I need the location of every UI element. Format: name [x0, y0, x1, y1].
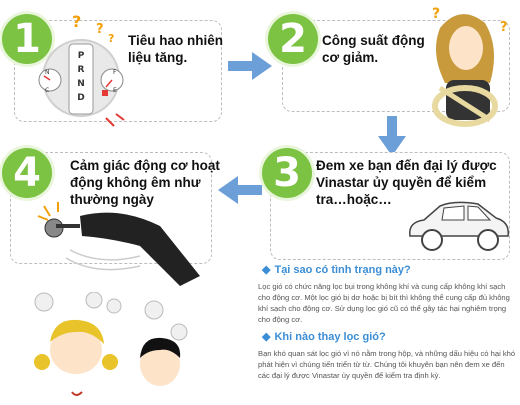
gear-letter-p: P	[78, 51, 85, 61]
arrow-right-icon	[228, 52, 272, 80]
step-2-number: 2	[268, 14, 318, 64]
gear-letter-r: R	[78, 65, 85, 75]
gauge-right-e: E	[113, 87, 117, 94]
faq-question-1: ◆ Tại sao có tình trạng này?	[262, 264, 411, 276]
gauge-right-f: F	[113, 69, 117, 76]
people-illustration	[34, 292, 188, 396]
gauge-left-n: N	[45, 69, 50, 76]
question-mark-icon: ?	[432, 6, 441, 22]
faq-question-2: ◆ Khi nào thay lọc gió?	[262, 331, 386, 343]
faq-answer-2: Bạn khó quan sát lọc gió vì nó nằm trong…	[258, 349, 516, 380]
question-mark-icon: ?	[108, 32, 115, 45]
gear-letter-n: N	[77, 79, 85, 89]
ignition-hand-illustration	[37, 202, 200, 286]
faq-answer-1: Lọc gió có chức năng lọc bụi trong không…	[258, 282, 510, 324]
gauge-left-c: C	[45, 87, 49, 94]
question-mark-icon: ?	[96, 22, 104, 37]
step-4-number: 4	[2, 148, 52, 198]
diamond-icon: ◆	[262, 331, 271, 343]
diamond-icon: ◆	[262, 264, 271, 276]
fuel-gauge-illustration: P R N D N C F E	[38, 39, 125, 127]
arrow-down-icon	[378, 116, 406, 156]
car-illustration	[409, 201, 509, 251]
step-3-number: 3	[262, 148, 312, 198]
gear-letter-d: D	[77, 93, 84, 103]
question-mark-icon: ?	[500, 20, 508, 35]
step-1-text: Tiêu hao nhiên liệu tăng.	[128, 33, 224, 65]
question-mark-icon: ?	[72, 12, 82, 31]
step-2-text: Công suất động cơ giảm.	[322, 33, 425, 65]
